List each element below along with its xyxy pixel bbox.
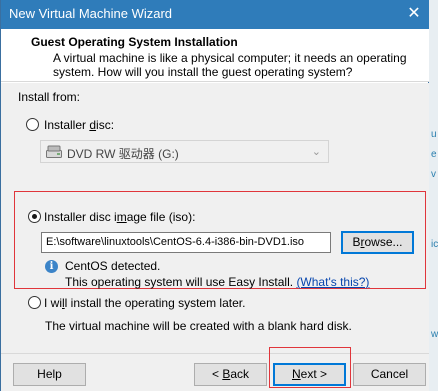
disc-drive-select[interactable]: DVD RW 驱动器 (G:) ⌄ bbox=[40, 140, 329, 163]
new-vm-wizard-dialog: New Virtual Machine Wizard ✕ Guest Opera… bbox=[0, 0, 429, 391]
install-from-label: Install from: bbox=[18, 90, 81, 104]
page-title: Guest Operating System Installation bbox=[31, 35, 238, 49]
installer-disc-radio[interactable] bbox=[26, 118, 39, 131]
install-later-label[interactable]: I will install the operating system late… bbox=[44, 296, 245, 310]
help-button[interactable]: Help bbox=[13, 363, 86, 386]
back-button[interactable]: < Back bbox=[194, 363, 267, 386]
disc-drive-value: DVD RW 驱动器 (G:) bbox=[67, 147, 179, 161]
detected-os-text: CentOS detected. bbox=[65, 259, 161, 273]
iso-image-label[interactable]: Installer disc image file (iso): bbox=[44, 210, 195, 224]
close-icon[interactable]: ✕ bbox=[399, 0, 429, 29]
titlebar: New Virtual Machine Wizard ✕ bbox=[1, 0, 429, 29]
window-title: New Virtual Machine Wizard bbox=[9, 6, 173, 21]
info-icon: i bbox=[45, 260, 58, 273]
next-highlight-box bbox=[269, 347, 351, 388]
cancel-button[interactable]: Cancel bbox=[353, 363, 426, 386]
installer-disc-label[interactable]: Installer disc: bbox=[44, 118, 114, 132]
install-later-description: The virtual machine will be created with… bbox=[45, 319, 352, 333]
whats-this-link[interactable]: (What's this?) bbox=[296, 275, 369, 289]
easy-install-note: This operating system will use Easy Inst… bbox=[65, 275, 370, 289]
page-description: A virtual machine is like a physical com… bbox=[53, 51, 407, 79]
wizard-header: Guest Operating System Installation A vi… bbox=[1, 29, 429, 82]
browse-button[interactable]: Browse... bbox=[341, 231, 414, 254]
chevron-down-icon: ⌄ bbox=[311, 146, 321, 158]
iso-image-radio[interactable] bbox=[28, 210, 41, 223]
install-later-radio[interactable] bbox=[28, 296, 41, 309]
iso-path-field[interactable]: E:\software\linuxtools\CentOS-6.4-i386-b… bbox=[41, 232, 331, 253]
background-window-edge: u e v ic w bbox=[428, 0, 438, 391]
dvd-drive-icon bbox=[46, 145, 62, 158]
